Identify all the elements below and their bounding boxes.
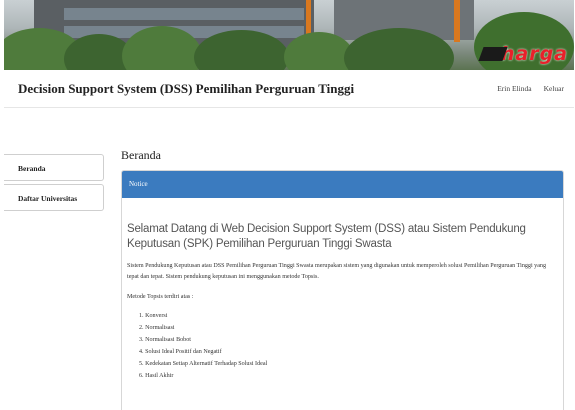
main-content: Beranda Notice Selamat Datang di Web Dec… — [121, 148, 564, 410]
orange-pillar — [454, 0, 460, 42]
logout-link[interactable]: Keluar — [544, 84, 564, 93]
sidebar-nav: Beranda Daftar Universitas — [4, 154, 104, 214]
list-item: 3. Normalisasi Bobot — [139, 337, 191, 343]
list-item: 4. Solusi Ideal Positif dan Negatif — [139, 349, 222, 355]
method-intro: Metode Topsis terdiri atas : — [127, 294, 194, 300]
harga-logo: harga — [456, 43, 568, 65]
top-navbar: Decision Support System (DSS) Pemilihan … — [4, 70, 574, 108]
welcome-heading: Selamat Datang di Web Decision Support S… — [127, 223, 526, 250]
logo-mark-icon — [478, 47, 508, 61]
notice-panel: Notice Selamat Datang di Web Decision Su… — [121, 170, 564, 410]
app-title[interactable]: Decision Support System (DSS) Pemilihan … — [18, 81, 354, 97]
sidebar-item-daftar-universitas[interactable]: Daftar Universitas — [4, 184, 104, 211]
list-item: 5. Kedekatan Setiap Alternatif Terhadap … — [139, 361, 268, 367]
list-item: 6. Hasil Akhir — [139, 373, 174, 379]
list-item: 2. Normalisasi — [139, 325, 175, 331]
user-name-link[interactable]: Erin Elinda — [497, 84, 531, 93]
list-item: 1. Konversi — [139, 313, 168, 319]
description-paragraph: Sistem Pendukung Keputusan atau DSS Pemi… — [127, 263, 547, 280]
header-banner-image: harga — [4, 0, 574, 70]
panel-body: Selamat Datang di Web Decision Support S… — [122, 222, 563, 382]
building-window — [64, 8, 304, 20]
page-title: Beranda — [121, 148, 161, 162]
logo-text: harga — [500, 43, 568, 65]
topsis-steps-list: 1. Konversi 2. Normalisasi 3. Normalisas… — [127, 310, 551, 382]
navbar-right: Erin Elinda Keluar — [497, 84, 564, 93]
panel-heading: Notice — [122, 171, 563, 198]
sidebar-item-beranda[interactable]: Beranda — [4, 154, 104, 181]
